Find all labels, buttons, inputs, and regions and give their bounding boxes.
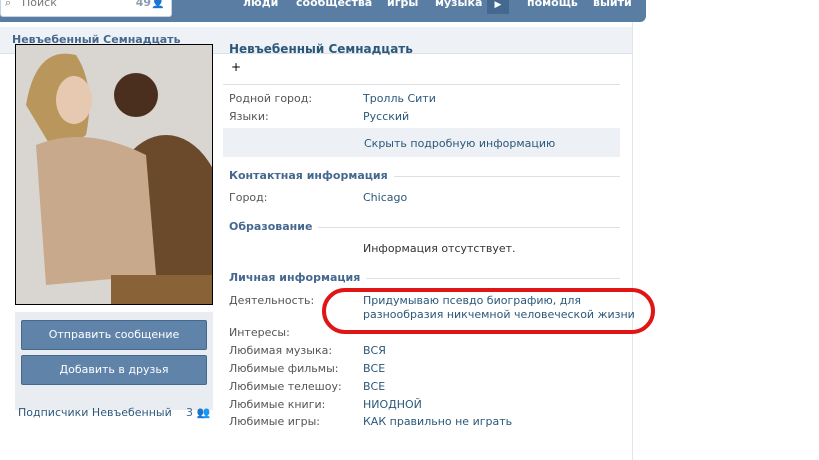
hometown-value[interactable]: Тролль Сити <box>363 92 436 105</box>
top-navigation-bar: ⌕ Поиск 49 👤 люди сообщества игры музыка… <box>0 0 646 22</box>
hide-details-toggle[interactable]: Скрыть подробную информацию <box>223 128 620 157</box>
profile-photo-image <box>16 45 212 304</box>
subscribers-link[interactable]: Подписчики Невъебенный <box>18 406 172 419</box>
search-box[interactable]: ⌕ Поиск 49 👤 <box>0 0 172 17</box>
subscribers-count-value: 3 <box>186 406 193 419</box>
profile-name: Невъебенный Семнадцать <box>229 42 413 56</box>
nav-communities[interactable]: сообщества <box>296 0 372 9</box>
games-value[interactable]: КАК правильно не играть <box>363 415 512 428</box>
add-friend-button[interactable]: Добавить в друзья <box>21 355 207 385</box>
search-icon: ⌕ <box>5 0 12 9</box>
nav-people[interactable]: люди <box>243 0 278 9</box>
hide-details-label: Скрыть подробную информацию <box>364 137 556 150</box>
activity-label: Деятельность: <box>229 294 315 307</box>
subscribers-count: 3 👥 <box>186 406 210 419</box>
nav-logout[interactable]: выйти <box>593 0 632 9</box>
languages-value[interactable]: Русский <box>363 110 409 123</box>
music-label: Любимая музыка: <box>229 344 333 357</box>
search-result-count: 49 <box>135 0 151 9</box>
tv-value[interactable]: ВСЕ <box>363 380 385 393</box>
profile-photo[interactable] <box>15 44 213 305</box>
games-label: Любимые игры: <box>229 415 321 428</box>
music-value[interactable]: ВСЯ <box>363 344 386 357</box>
search-placeholder: Поиск <box>22 0 57 9</box>
city-value[interactable]: Chicago <box>363 191 407 204</box>
nav-help[interactable]: помощь <box>527 0 578 9</box>
city-label: Город: <box>229 191 268 204</box>
hometown-label: Родной город: <box>229 92 313 105</box>
tv-label: Любимые телешоу: <box>229 380 342 393</box>
films-label: Любимые фильмы: <box>229 362 339 375</box>
nav-music[interactable]: музыка <box>435 0 482 9</box>
profile-status: + <box>231 60 242 74</box>
divider <box>223 84 620 85</box>
section-education-title: Образование <box>229 220 319 233</box>
users-icon: 👥 <box>196 406 211 419</box>
section-personal-title: Личная информация <box>229 271 367 284</box>
films-value[interactable]: ВСЕ <box>363 362 385 375</box>
section-contact-title: Контактная информация <box>229 169 394 182</box>
user-icon: 👤 <box>151 0 165 9</box>
books-value[interactable]: НИОДНОЙ <box>363 398 422 411</box>
interests-label: Интересы: <box>229 326 290 339</box>
play-arrow-icon[interactable]: ▶ <box>487 0 509 14</box>
red-highlight-circle <box>322 288 655 334</box>
languages-label: Языки: <box>229 110 269 123</box>
nav-games[interactable]: игры <box>387 0 418 9</box>
send-message-button[interactable]: Отправить сообщение <box>21 320 207 350</box>
education-value: Информация отсутствует. <box>363 242 516 255</box>
books-label: Любимые книги: <box>229 398 326 411</box>
